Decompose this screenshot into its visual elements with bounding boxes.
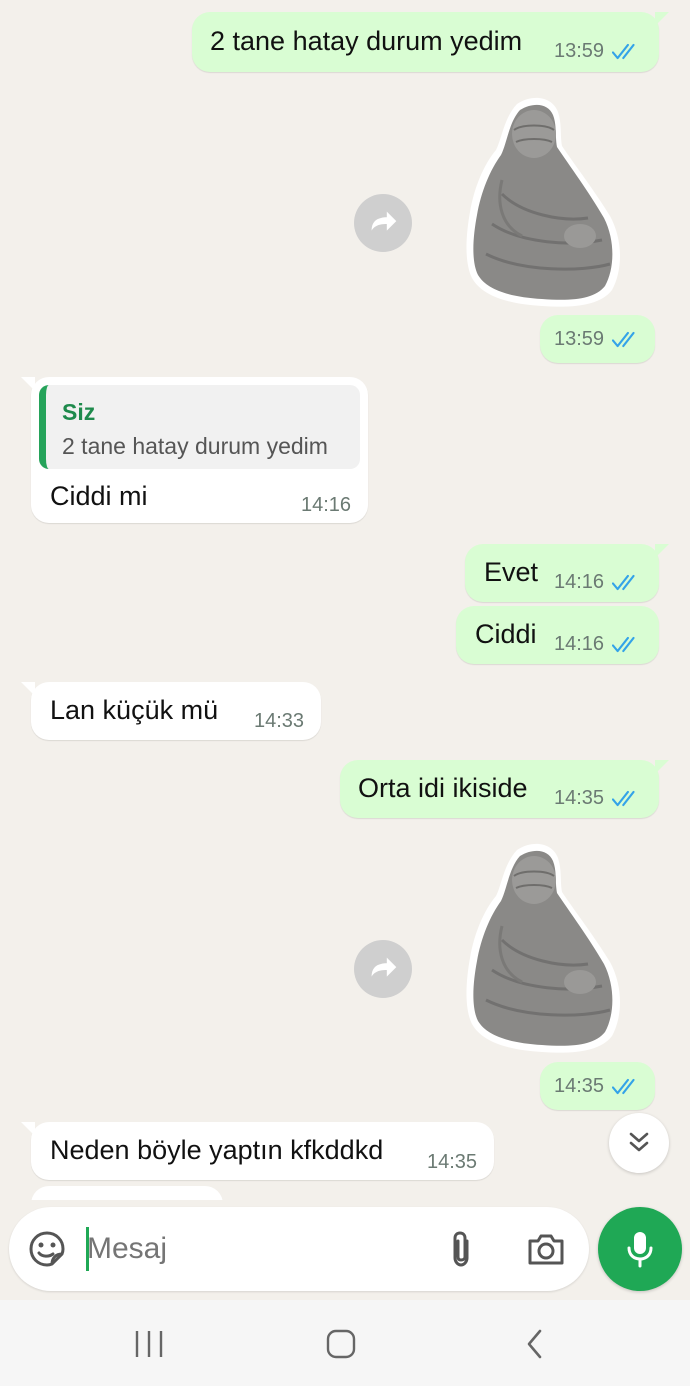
sticker-time-chip: 13:59 — [540, 315, 655, 363]
message-meta: 14:35 — [554, 1075, 642, 1098]
double-check-icon — [612, 789, 642, 808]
message-meta: 13:59 — [554, 328, 642, 351]
message-text: Ciddi mi — [50, 481, 148, 511]
message-time: 14:33 — [254, 710, 305, 732]
emoji-sticker-button[interactable] — [25, 1227, 69, 1271]
forward-button[interactable] — [354, 940, 412, 998]
double-check-icon — [612, 330, 642, 349]
quote-author: Siz — [62, 399, 96, 425]
message-incoming[interactable]: Lan küçük mü 14:33 — [21, 682, 321, 740]
message-input[interactable] — [87, 1229, 417, 1269]
microphone-icon — [627, 1232, 653, 1268]
sticker-image[interactable] — [462, 94, 622, 309]
forward-button[interactable] — [354, 194, 412, 252]
sticker-image[interactable] — [462, 840, 622, 1055]
recents-button[interactable] — [119, 1322, 179, 1366]
message-meta: 13:59 — [554, 40, 642, 63]
double-chevron-down-icon — [629, 1132, 649, 1152]
message-time: 14:35 — [554, 787, 605, 809]
message-text: 2 tane hatay durum yedim — [210, 26, 523, 56]
message-text: Orta idi ikiside — [358, 773, 528, 803]
message-incoming-partial[interactable] — [31, 1186, 223, 1200]
sticker-emoji-icon — [29, 1231, 65, 1267]
system-navigation-bar — [0, 1300, 690, 1386]
back-chevron-icon — [527, 1329, 542, 1359]
message-outgoing[interactable]: Ciddi 14:16 — [456, 606, 659, 664]
message-text: Lan küçük mü — [50, 695, 219, 725]
home-icon — [326, 1329, 356, 1359]
message-time: 13:59 — [554, 328, 605, 350]
message-time: 14:16 — [301, 494, 352, 516]
double-check-icon — [612, 635, 642, 654]
quoted-message[interactable]: Siz 2 tane hatay durum yedim — [39, 385, 360, 469]
message-outgoing[interactable]: Orta idi ikiside 14:35 — [340, 760, 669, 818]
message-composer — [9, 1207, 589, 1291]
attach-button[interactable] — [439, 1227, 483, 1271]
forward-arrow-icon — [364, 950, 402, 988]
double-check-icon — [612, 1077, 642, 1096]
message-outgoing[interactable]: 2 tane hatay durum yedim 13:59 — [192, 12, 669, 72]
message-text: Neden böyle yaptın kfkddkd — [50, 1135, 384, 1165]
message-meta: 14:35 — [554, 787, 642, 810]
message-outgoing[interactable]: Evet 14:16 — [465, 544, 669, 602]
forward-arrow-icon — [364, 204, 402, 242]
message-incoming[interactable]: Siz 2 tane hatay durum yedim Ciddi mi 14… — [21, 377, 368, 523]
home-button[interactable] — [311, 1322, 371, 1366]
message-time: 13:59 — [554, 40, 605, 62]
camera-icon — [528, 1234, 564, 1265]
scroll-to-bottom-button[interactable] — [609, 1113, 669, 1173]
message-text: Evet — [484, 557, 539, 587]
quote-text: 2 tane hatay durum yedim — [62, 433, 328, 459]
message-time: 14:16 — [554, 633, 605, 655]
paperclip-icon — [453, 1231, 469, 1267]
chat-area[interactable]: 2 tane hatay durum yedim 13:59 13:59 Siz… — [0, 0, 690, 1200]
message-time: 14:16 — [554, 571, 605, 593]
camera-button[interactable] — [524, 1227, 568, 1271]
back-button[interactable] — [505, 1322, 565, 1366]
message-meta: 14:16 — [554, 571, 642, 594]
message-text: Ciddi — [475, 619, 537, 649]
sticker-time-chip: 14:35 — [540, 1062, 655, 1110]
voice-record-button[interactable] — [598, 1207, 682, 1291]
double-check-icon — [612, 42, 642, 61]
message-meta: 14:16 — [554, 633, 642, 656]
double-check-icon — [612, 573, 642, 592]
message-time: 14:35 — [554, 1075, 605, 1097]
message-incoming[interactable]: Neden böyle yaptın kfkddkd 14:35 — [21, 1122, 494, 1180]
recent-apps-icon — [135, 1331, 163, 1357]
message-time: 14:35 — [427, 1151, 478, 1173]
